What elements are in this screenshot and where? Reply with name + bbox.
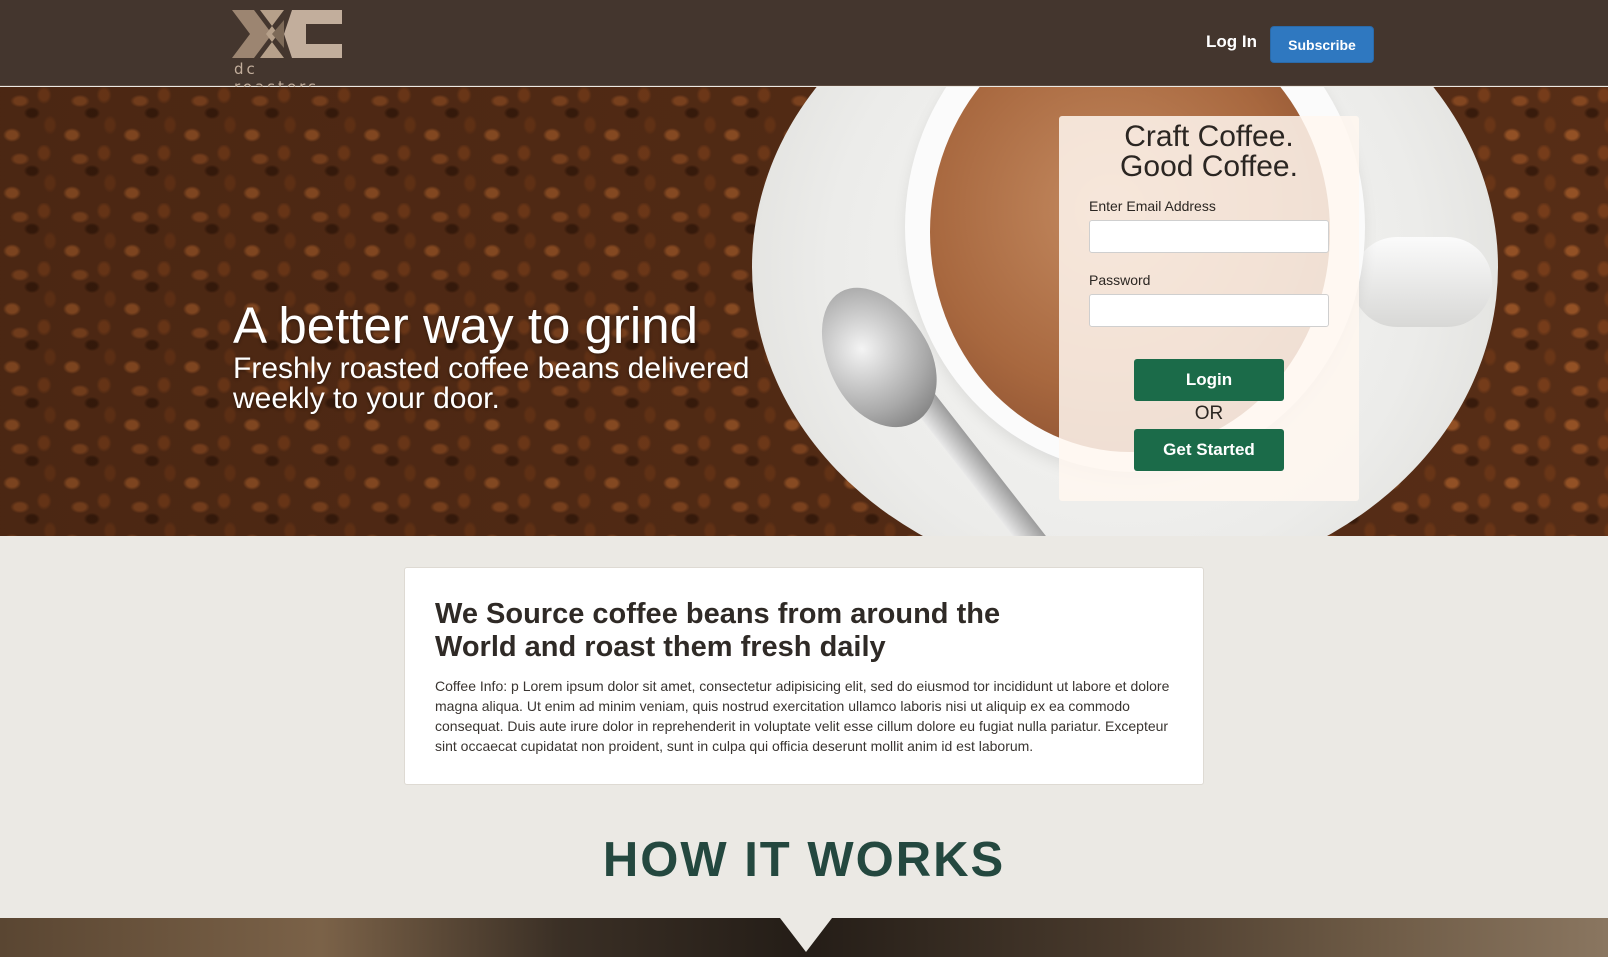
nav-login-link[interactable]: Log In (1206, 32, 1257, 52)
section-notch-arrow-icon (780, 918, 832, 952)
login-panel-title: Craft Coffee. Good Coffee. (1059, 122, 1359, 182)
login-title-line2: Good Coffee. (1120, 150, 1298, 183)
email-label: Enter Email Address (1089, 198, 1216, 214)
login-button[interactable]: Login (1134, 359, 1284, 401)
dc-logo-mark-icon (232, 10, 342, 58)
hero-headline: A better way to grind (233, 297, 698, 354)
info-title: We Source coffee beans from around the W… (435, 598, 1001, 663)
cup-handle-image (1352, 237, 1492, 327)
dc-roasters-logo[interactable]: dc roasters (232, 10, 342, 96)
or-separator: OR (1194, 403, 1224, 424)
password-label: Password (1089, 272, 1151, 288)
coffee-info-card: We Source coffee beans from around the W… (404, 567, 1204, 785)
hero-subheadline: Freshly roasted coffee beans delivered w… (233, 352, 750, 415)
subscribe-button[interactable]: Subscribe (1270, 26, 1374, 63)
login-panel: Craft Coffee. Good Coffee. Enter Email A… (1059, 116, 1359, 501)
email-field[interactable] (1089, 220, 1329, 253)
info-body: Coffee Info: p Lorem ipsum dolor sit ame… (435, 678, 1170, 754)
top-navbar: dc roasters Log In Subscribe (0, 0, 1608, 96)
how-it-works-heading: HOW IT WORKS (602, 833, 1006, 887)
password-field[interactable] (1089, 294, 1329, 327)
login-title-line1: Craft Coffee. (1124, 120, 1294, 153)
get-started-button[interactable]: Get Started (1134, 429, 1284, 471)
